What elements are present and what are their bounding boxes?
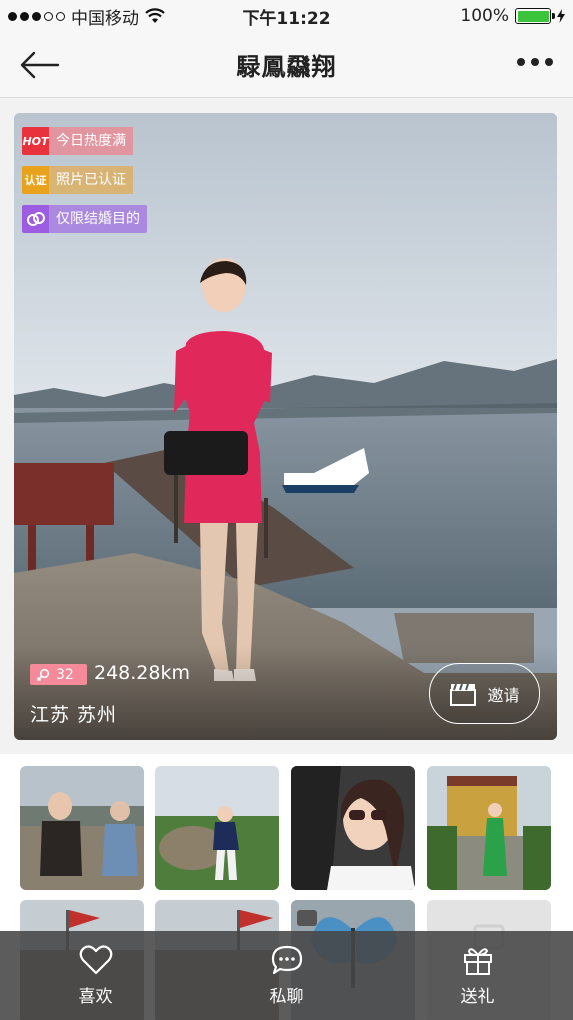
gallery-thumbnail[interactable] xyxy=(155,766,279,890)
send-gift-button[interactable]: 送礼 xyxy=(382,931,573,1020)
signal-strength-icon xyxy=(8,11,65,21)
verified-icon: 认证 xyxy=(22,166,49,194)
page-title: 騄鳳飝翔 xyxy=(236,53,337,81)
back-button[interactable] xyxy=(18,49,60,81)
tag-verified-label: 照片已认证 xyxy=(49,166,133,194)
battery-percent: 100% xyxy=(460,6,509,26)
gallery-thumbnail[interactable] xyxy=(20,766,144,890)
invite-button[interactable]: 邀请 xyxy=(429,663,540,724)
gallery-thumbnail[interactable] xyxy=(291,766,415,890)
distance-text: 248.28km xyxy=(94,662,190,684)
more-horizontal-icon xyxy=(517,58,525,66)
wifi-icon xyxy=(145,8,165,23)
location-text: 江苏 苏州 xyxy=(30,704,118,726)
navigation-bar: 騄鳳飝翔 xyxy=(0,32,573,98)
clapperboard-icon xyxy=(450,683,477,706)
gift-icon xyxy=(463,948,492,975)
female-icon xyxy=(36,668,50,681)
like-button[interactable]: 喜欢 xyxy=(0,931,191,1020)
private-chat-button[interactable]: 私聊 xyxy=(191,931,382,1020)
private-chat-label: 私聊 xyxy=(269,987,304,1007)
tag-hot: HOT 今日热度满 xyxy=(22,127,147,155)
age-value: 32 xyxy=(56,666,74,683)
bottom-action-bar: 喜欢 私聊 送礼 xyxy=(0,931,573,1020)
carrier-name: 中国移动 xyxy=(71,8,139,29)
battery-icon xyxy=(515,8,555,24)
hot-icon: HOT xyxy=(22,127,49,155)
charging-icon xyxy=(557,9,565,23)
status-right: 100% xyxy=(460,6,565,26)
age-badge: 32 xyxy=(30,664,87,685)
like-label: 喜欢 xyxy=(78,987,113,1007)
gallery-thumbnail[interactable] xyxy=(427,766,551,890)
status-left: 中国移动 xyxy=(8,4,165,29)
invite-label: 邀请 xyxy=(487,685,520,705)
more-button[interactable] xyxy=(517,58,553,66)
status-bar: 中国移动 下午11:22 100% xyxy=(0,0,573,32)
heart-icon xyxy=(79,945,112,975)
send-gift-label: 送礼 xyxy=(460,987,495,1007)
profile-tags: HOT 今日热度满 认证 照片已认证 仅限结婚目的 xyxy=(22,127,147,233)
tag-hot-label: 今日热度满 xyxy=(49,127,133,155)
chat-bubble-icon xyxy=(271,945,302,975)
tag-verified: 认证 照片已认证 xyxy=(22,166,147,194)
tag-marriage: 仅限结婚目的 xyxy=(22,205,147,233)
tag-marriage-label: 仅限结婚目的 xyxy=(49,205,147,233)
rings-icon xyxy=(22,205,49,233)
profile-main-photo[interactable]: HOT 今日热度满 认证 照片已认证 仅限结婚目的 32 248.28km 江苏… xyxy=(14,113,557,740)
arrow-left-icon xyxy=(20,51,60,79)
